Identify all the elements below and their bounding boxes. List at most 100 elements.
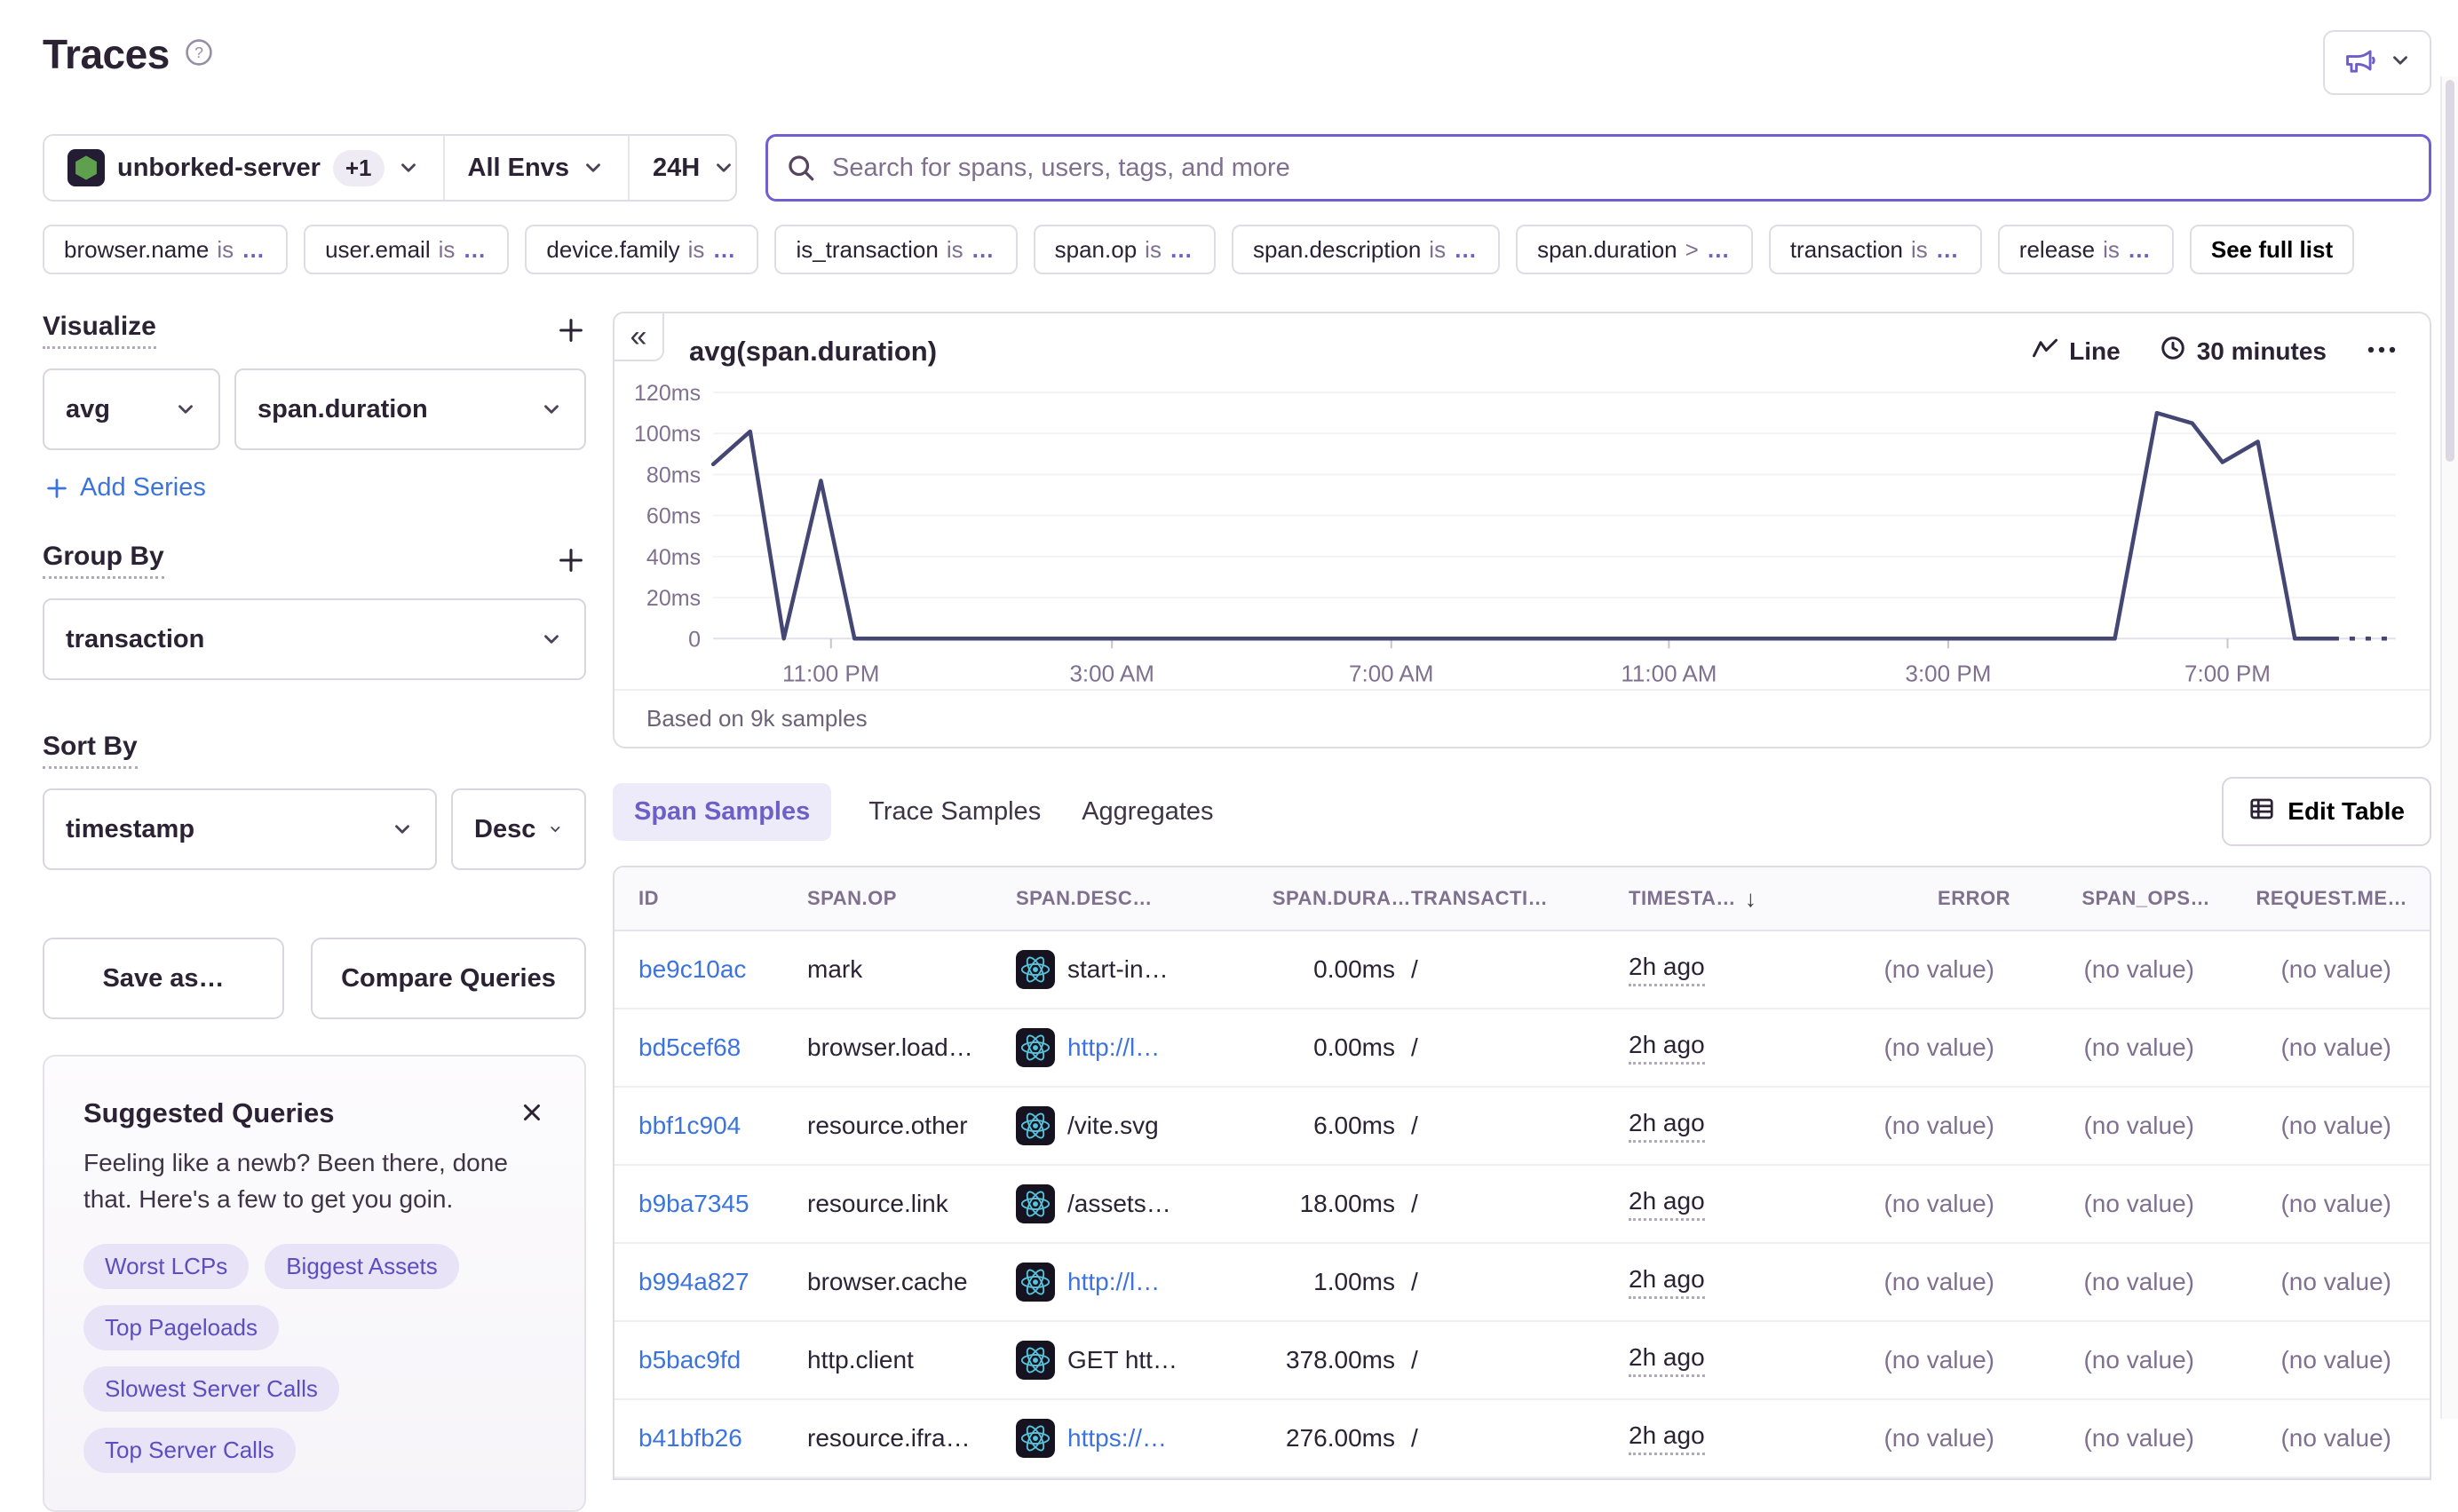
table-row: bd5cef68browser.load…http://l…0.00ms/2h … — [614, 1009, 2430, 1088]
span-id-link[interactable]: bbf1c904 — [638, 1112, 741, 1140]
column-header-error[interactable]: ERROR — [1815, 887, 2010, 910]
table-header-row: IDSPAN.OPSPAN.DESC…SPAN.DURA…TRANSACTI…T… — [614, 867, 2430, 931]
column-header-duration[interactable]: SPAN.DURA… — [1225, 887, 1411, 910]
sort-field-select[interactable]: timestamp — [43, 788, 437, 870]
span-id-link[interactable]: b994a827 — [638, 1268, 749, 1296]
date-range-selector[interactable]: 24H — [628, 136, 758, 200]
column-header-span_ops[interactable]: SPAN_OPS… — [2010, 887, 2210, 910]
suggested-query-tag[interactable]: Slowest Server Calls — [83, 1366, 339, 1412]
aggregate-select[interactable]: avg — [43, 368, 220, 450]
filter-chip-release[interactable]: releaseis… — [1998, 225, 2174, 274]
filter-chip-browser.name[interactable]: browser.nameis… — [43, 225, 288, 274]
add-group-by-button[interactable] — [556, 545, 586, 575]
span-id-link[interactable]: be9c10ac — [638, 955, 746, 984]
span-id-link[interactable]: b41bfb26 — [638, 1424, 742, 1453]
whats-new-button[interactable] — [2323, 30, 2431, 95]
chart-type-label: Line — [2069, 337, 2121, 366]
megaphone-icon — [2343, 44, 2378, 81]
react-icon — [1016, 1341, 1055, 1380]
request-method-cell: (no value) — [2210, 955, 2407, 984]
collapse-sidebar-button[interactable]: « — [613, 312, 664, 361]
chart-options-icon[interactable] — [2366, 344, 2398, 360]
aggregate-value: avg — [66, 395, 110, 424]
see-full-list-chip[interactable]: See full list — [2190, 225, 2354, 274]
filter-chip-is_transaction[interactable]: is_transactionis… — [774, 225, 1017, 274]
add-series-label: Add Series — [80, 473, 206, 503]
span-description-link[interactable]: http://l… — [1067, 1268, 1160, 1296]
environment-selector[interactable]: All Envs — [443, 136, 628, 200]
suggested-query-tag[interactable]: Top Server Calls — [83, 1428, 296, 1473]
span-description-link[interactable]: https://… — [1067, 1424, 1167, 1453]
suggested-queries-panel: Suggested Queries Feeling like a newb? B… — [43, 1055, 586, 1512]
sort-direction-select[interactable]: Desc — [451, 788, 586, 870]
span-samples-table: IDSPAN.OPSPAN.DESC…SPAN.DURA…TRANSACTI…T… — [613, 866, 2431, 1480]
span-id-link[interactable]: b9ba7345 — [638, 1190, 749, 1218]
filter-chip-device.family[interactable]: device.familyis… — [525, 225, 758, 274]
table-row: b5bac9fdhttp.clientGET htt…378.00ms/2h a… — [614, 1322, 2430, 1400]
search-input[interactable] — [765, 134, 2431, 202]
tab-span-samples[interactable]: Span Samples — [613, 783, 831, 841]
page-scrollbar[interactable] — [2440, 76, 2458, 1419]
compare-queries-button[interactable]: Compare Queries — [311, 938, 586, 1019]
chevron-down-icon — [540, 628, 563, 651]
span-ops-cell: (no value) — [2010, 1033, 2210, 1062]
filter-chip-span.duration[interactable]: span.duration>… — [1516, 225, 1753, 274]
column-header-desc[interactable]: SPAN.DESC… — [1016, 887, 1225, 910]
column-header-span_op[interactable]: SPAN.OP — [807, 887, 1016, 910]
svg-text:11:00 PM: 11:00 PM — [782, 660, 879, 686]
error-cell: (no value) — [1815, 1033, 2010, 1062]
span-ops-cell: (no value) — [2010, 1346, 2210, 1374]
suggested-query-tag[interactable]: Top Pageloads — [83, 1305, 279, 1350]
help-icon[interactable]: ? — [184, 37, 214, 72]
span-duration-cell: 6.00ms — [1225, 1112, 1411, 1140]
column-header-id[interactable]: ID — [638, 887, 807, 910]
span-id-link[interactable]: bd5cef68 — [638, 1033, 741, 1062]
span-description-cell: http://l… — [1016, 1263, 1225, 1302]
span-description-cell: GET htt… — [1016, 1341, 1225, 1380]
edit-table-button[interactable]: Edit Table — [2222, 777, 2431, 846]
add-visualize-button[interactable] — [556, 315, 586, 345]
chart-title: avg(span.duration) — [689, 336, 937, 368]
field-select[interactable]: span.duration — [234, 368, 586, 450]
span-duration-cell: 276.00ms — [1225, 1424, 1411, 1453]
span-description-text: /assets… — [1067, 1190, 1171, 1218]
result-tabs: Span Samples Trace Samples Aggregates — [613, 783, 1217, 841]
scrollbar-thumb[interactable] — [2446, 80, 2454, 462]
column-header-transaction[interactable]: TRANSACTI… — [1411, 887, 1629, 910]
column-header-timestamp[interactable]: TIMESTA…↓ — [1629, 885, 1815, 913]
column-header-request_method[interactable]: REQUEST.ME… — [2210, 887, 2407, 910]
tab-trace-samples[interactable]: Trace Samples — [865, 783, 1044, 841]
filter-chip-span.op[interactable]: span.opis… — [1034, 225, 1216, 274]
filter-chip-user.email[interactable]: user.emailis… — [304, 225, 509, 274]
project-selector[interactable]: unborked-server +1 — [44, 136, 443, 200]
interval-selector[interactable]: 30 minutes — [2160, 335, 2327, 368]
filter-chip-span.description[interactable]: span.descriptionis… — [1232, 225, 1500, 274]
span-duration-cell: 0.00ms — [1225, 955, 1411, 984]
span-op-cell: http.client — [807, 1346, 1016, 1374]
filter-chip-transaction[interactable]: transactionis… — [1769, 225, 1982, 274]
svg-text:11:00 AM: 11:00 AM — [1621, 660, 1717, 686]
close-icon[interactable] — [519, 1099, 545, 1126]
span-op-cell: mark — [807, 955, 1016, 984]
query-sidebar: Visualize avg span.duration Add Series — [43, 312, 586, 1512]
chart-type-selector[interactable]: Line — [2032, 336, 2121, 366]
suggested-query-tag[interactable]: Worst LCPs — [83, 1244, 249, 1289]
span-id-link[interactable]: b5bac9fd — [638, 1346, 741, 1374]
span-description-cell: start-in… — [1016, 950, 1225, 989]
suggested-query-tag[interactable]: Biggest Assets — [265, 1244, 459, 1289]
timestamp-cell: 2h ago — [1629, 1031, 1815, 1065]
table-row: b994a827browser.cachehttp://l…1.00ms/2h … — [614, 1244, 2430, 1322]
add-series-button[interactable]: Add Series — [44, 473, 586, 503]
span-op-cell: resource.ifra… — [807, 1424, 1016, 1453]
timestamp-cell: 2h ago — [1629, 1265, 1815, 1299]
span-description-cell: http://l… — [1016, 1028, 1225, 1067]
chart-sample-note: Based on 9k samples — [614, 689, 2430, 747]
save-as-button[interactable]: Save as… — [43, 938, 284, 1019]
span-description-link[interactable]: http://l… — [1067, 1033, 1160, 1062]
span-duration-cell: 1.00ms — [1225, 1268, 1411, 1296]
traces-page: Traces ? unborked-server +1 — [0, 0, 2458, 1419]
tab-aggregates[interactable]: Aggregates — [1078, 783, 1217, 841]
group-by-select[interactable]: transaction — [43, 598, 586, 680]
filter-chips-row: browser.nameis… user.emailis… device.famil… — [43, 225, 2431, 274]
sort-desc-icon: ↓ — [1745, 885, 1757, 913]
